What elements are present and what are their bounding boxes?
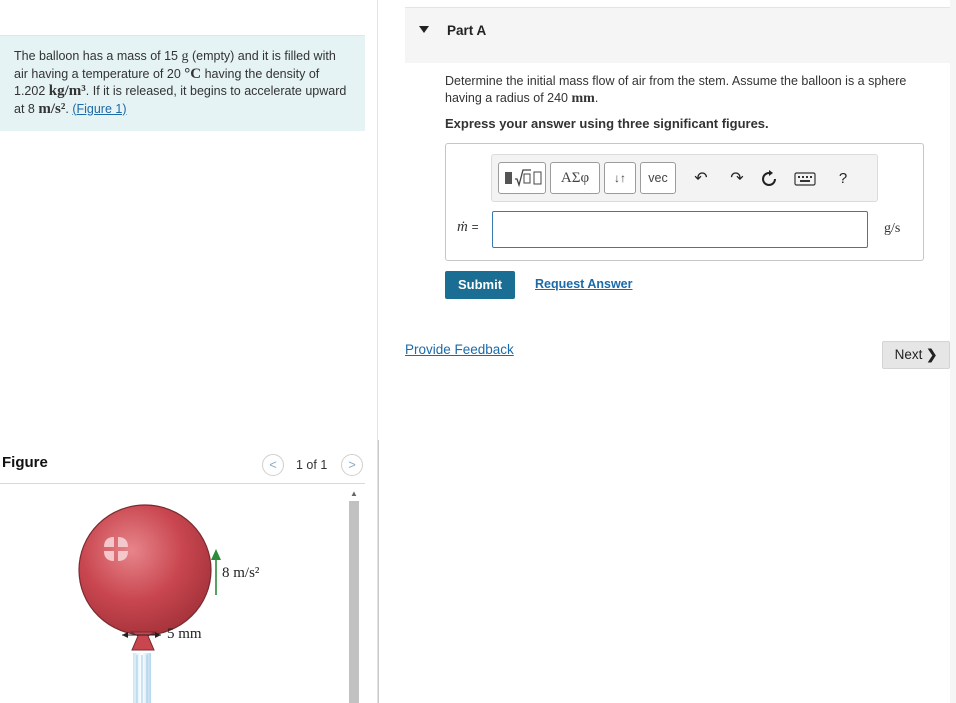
right-edge — [950, 0, 956, 703]
instruction-text: Express your answer using three signific… — [445, 116, 769, 131]
submit-button[interactable]: Submit — [445, 271, 515, 299]
acceleration-label: 8 m/s² — [222, 565, 260, 581]
part-header[interactable]: Part A — [405, 7, 950, 63]
chevron-left-icon: < — [269, 457, 277, 472]
scroll-thumb[interactable] — [349, 501, 359, 703]
undo-icon[interactable]: ↶ — [690, 168, 712, 190]
problem-unit-acc: m/s² — [38, 100, 66, 117]
next-button[interactable]: Next ❯ — [882, 341, 950, 369]
part-title: Part A — [447, 23, 487, 38]
question-unit: mm — [571, 91, 595, 106]
left-panel: The balloon has a mass of 15 g (empty) a… — [0, 0, 378, 703]
figure-counter: 1 of 1 — [296, 458, 328, 472]
reset-icon[interactable] — [758, 168, 780, 190]
column-divider-dark — [378, 440, 379, 703]
answer-input[interactable] — [492, 211, 868, 248]
redo-icon[interactable]: ↷ — [726, 168, 748, 190]
equals-sign: = — [471, 220, 479, 234]
answer-unit: g/s — [884, 221, 901, 236]
figure-title: Figure — [2, 454, 48, 471]
chevron-right-icon: ❯ — [926, 347, 938, 362]
greek-symbols-button[interactable]: ΑΣφ — [550, 162, 600, 194]
balloon — [78, 504, 212, 636]
question-text: Determine the initial mass flow of air f… — [445, 73, 940, 107]
templates-icon — [505, 169, 542, 188]
question-body: Determine the initial mass flow of air f… — [445, 74, 907, 105]
help-button[interactable]: ? — [832, 168, 854, 190]
subscript-superscript-button[interactable]: ↓↑ — [604, 162, 636, 194]
problem-statement: The balloon has a mass of 15 g (empty) a… — [0, 35, 365, 131]
figure-header: Figure < 1 of 1 > — [0, 448, 365, 484]
problem-unit-g: g — [181, 49, 189, 64]
keyboard-icon[interactable] — [794, 168, 816, 190]
problem-unit-density: kg/m³ — [48, 83, 86, 99]
math-toolbar: ΑΣφ ↓↑ vec ↶ ↷ ? — [491, 154, 878, 202]
caret-down-icon[interactable] — [419, 26, 429, 33]
problem-unit-c: °C — [184, 65, 202, 82]
problem-text-5: . — [65, 101, 69, 116]
chevron-right-icon: > — [348, 457, 356, 472]
balloon-diagram — [78, 504, 221, 703]
scroll-up-icon[interactable]: ▲ — [347, 489, 361, 499]
figure-image: 8 m/s² 5 mm — [0, 485, 345, 703]
problem-text-1: The balloon has a mass of 15 — [14, 49, 178, 63]
next-label: Next — [894, 347, 923, 362]
answer-box: ΑΣφ ↓↑ vec ↶ ↷ ? ṁ = g/s — [445, 143, 924, 261]
request-answer-link[interactable]: Request Answer — [535, 277, 632, 291]
stem-diameter-label: 5 mm — [167, 626, 202, 642]
vector-button[interactable]: vec — [640, 162, 676, 194]
figure-next-button[interactable]: > — [341, 454, 363, 476]
templates-button[interactable] — [498, 162, 546, 194]
question-end: . — [594, 91, 599, 105]
figure-link[interactable]: (Figure 1) — [72, 102, 126, 116]
figure-scrollbar[interactable]: ▲ — [347, 487, 361, 703]
answer-label: ṁ = — [457, 219, 479, 236]
mdot-symbol: ṁ — [457, 219, 468, 235]
figure-prev-button[interactable]: < — [262, 454, 284, 476]
provide-feedback-link[interactable]: Provide Feedback — [405, 342, 514, 357]
